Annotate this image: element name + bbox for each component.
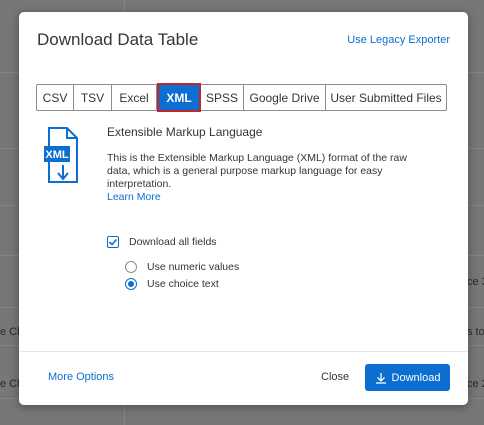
use-legacy-exporter-link[interactable]: Use Legacy Exporter — [347, 34, 450, 46]
format-description-block: This is the Extensible Markup Language (… — [107, 152, 427, 204]
use-choice-text-radio[interactable] — [125, 278, 137, 290]
download-button[interactable]: Download — [365, 364, 450, 391]
use-choice-text-label: Use choice text — [147, 278, 219, 290]
xml-icon-label: XML — [45, 149, 69, 161]
download-all-fields-checkbox[interactable] — [107, 236, 119, 248]
xml-file-icon: XML — [43, 126, 79, 184]
tab-tsv[interactable]: TSV — [74, 84, 112, 111]
download-icon — [375, 372, 386, 384]
download-button-label: Download — [391, 371, 441, 384]
close-button[interactable]: Close — [321, 371, 349, 383]
tab-spss[interactable]: SPSS — [201, 84, 244, 111]
tab-user-submitted-files[interactable]: User Submitted Files — [326, 84, 447, 111]
use-numeric-values-radio[interactable] — [125, 261, 137, 273]
download-all-fields-label: Download all fields — [129, 236, 217, 248]
check-icon — [108, 238, 118, 246]
footer-divider — [19, 351, 468, 352]
format-description: This is the Extensible Markup Language (… — [107, 152, 407, 190]
background-text: ce 3 — [467, 276, 484, 288]
radio-selected-dot — [128, 281, 134, 287]
tab-excel[interactable]: Excel — [112, 84, 157, 111]
format-tabs: CSV TSV Excel XML SPSS Google Drive User… — [36, 83, 447, 112]
format-title: Extensible Markup Language — [107, 125, 263, 139]
more-options-link[interactable]: More Options — [48, 371, 114, 383]
use-numeric-values-option: Use numeric values — [125, 261, 239, 273]
dialog-title: Download Data Table — [37, 30, 199, 49]
background-text: s to — [467, 326, 484, 338]
tab-google-drive[interactable]: Google Drive — [244, 84, 326, 111]
download-data-table-dialog: Download Data Table Use Legacy Exporter … — [19, 12, 468, 405]
use-choice-text-option: Use choice text — [125, 278, 219, 290]
download-all-fields-option: Download all fields — [107, 236, 217, 248]
tab-csv[interactable]: CSV — [36, 84, 74, 111]
tab-xml[interactable]: XML — [157, 83, 201, 112]
use-numeric-values-label: Use numeric values — [147, 261, 240, 273]
background-text: ce 2 — [467, 378, 484, 390]
dialog-header: Download Data Table Use Legacy Exporter — [19, 12, 468, 68]
learn-more-link[interactable]: Learn More — [107, 191, 427, 204]
